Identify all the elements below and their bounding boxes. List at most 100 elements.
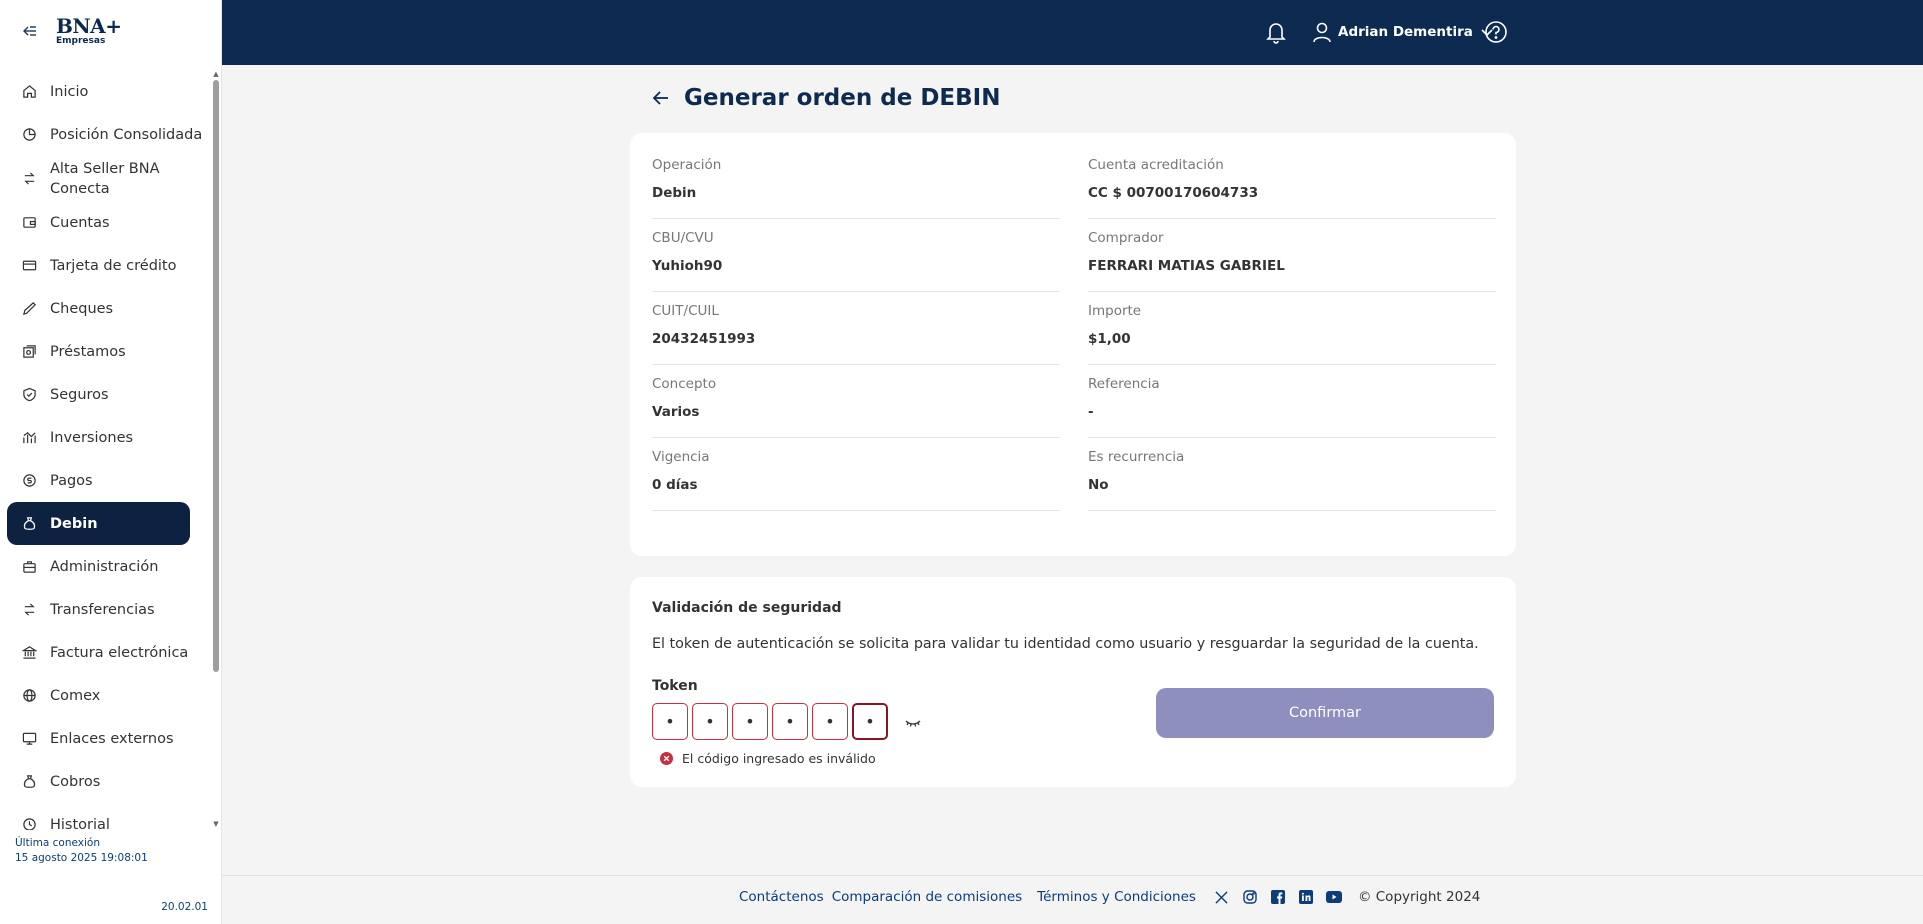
sidebar-item-transferencias[interactable]: Transferencias [0,588,210,631]
field-value: - [1088,404,1094,420]
token-error: El código ingresado es inválido [660,751,876,766]
sidebar-item-label: Transferencias [50,601,155,618]
sidebar-item-cuentas[interactable]: Cuentas [0,201,210,244]
sidebar-item-factura-electronica[interactable]: Factura electrónica [0,631,210,674]
scroll-down-icon[interactable]: ▼ [212,820,220,828]
security-title: Validación de seguridad [652,600,842,616]
order-details-card: Operación Debin Cuenta acreditación CC $… [630,133,1516,556]
sidebar-item-label: Inversiones [50,429,134,446]
sidebar-item-debin[interactable]: Debin [7,502,190,545]
token-digit-1[interactable]: • [652,703,688,740]
sidebar-item-label: Historial [50,816,110,831]
security-validation-card: Validación de seguridad El token de aute… [630,577,1516,787]
sidebar-item-pagos[interactable]: Pagos [0,459,210,502]
sidebar-item-cobros[interactable]: Cobros [0,760,210,803]
transfer-icon [21,602,37,618]
page-header: Generar orden de DEBIN [652,85,1000,111]
sidebar: BNA+ Empresas Inicio Posición Consolidad… [0,0,222,924]
token-digit-4[interactable]: • [772,703,808,740]
bank-icon [21,645,37,661]
bna-logo[interactable]: BNA+ Empresas [56,14,122,46]
logo-subtitle: Empresas [56,36,106,46]
sidebar-item-label: Tarjeta de crédito [50,257,177,274]
sidebar-item-alta-seller[interactable]: Alta Seller BNA Conecta [0,156,210,201]
youtube-icon[interactable] [1325,889,1342,905]
field-referencia: Referencia - [1088,376,1496,438]
sidebar-item-comex[interactable]: Comex [0,674,210,717]
money-bag-icon [21,516,37,532]
token-label: Token [652,678,698,694]
transfer-icon [21,171,37,187]
pie-chart-icon [21,127,37,143]
logo-text: BNA+ [56,14,122,38]
shield-icon [21,387,37,403]
field-concepto: Concepto Varios [652,376,1060,438]
token-digit-6[interactable]: • [852,703,888,740]
sidebar-nav: Inicio Posición Consolidada Alta Seller … [0,70,210,830]
sidebar-item-label: Cuentas [50,214,110,231]
sidebar-item-seguros[interactable]: Seguros [0,373,210,416]
field-label: Comprador [1088,230,1164,246]
terms-link[interactable]: Términos y Condiciones [1037,889,1196,905]
sidebar-item-cheques[interactable]: Cheques [0,287,210,330]
collapse-sidebar-icon[interactable] [20,21,40,41]
error-message: El código ingresado es inválido [682,751,876,766]
top-bar: Adrian Dementira [222,0,1923,65]
field-value: FERRARI MATIAS GABRIEL [1088,258,1285,274]
sidebar-item-historial[interactable]: Historial [0,803,210,830]
contact-link[interactable]: Contáctenos [739,889,824,905]
page-title: Generar orden de DEBIN [684,85,1001,111]
sidebar-item-inicio[interactable]: Inicio [0,70,210,113]
facebook-icon[interactable] [1270,889,1286,905]
field-cbu-cvu: CBU/CVU Yuhioh90 [652,230,1060,292]
sidebar-item-posicion-consolidada[interactable]: Posición Consolidada [0,113,210,156]
token-digit-2[interactable]: • [692,703,728,740]
last-connection-label: Última conexión [15,837,100,849]
clock-icon [21,817,37,830]
field-label: Concepto [652,376,717,392]
security-description: El token de autenticación se solicita pa… [652,636,1479,652]
sidebar-item-label: Administración [50,558,159,575]
field-label: Importe [1088,303,1142,319]
sidebar-item-label: Cobros [50,773,101,790]
field-operacion: Operación Debin [652,157,1060,219]
field-value: Debin [652,185,697,201]
sidebar-item-label: Préstamos [50,343,126,360]
field-label: CUIT/CUIL [652,303,719,319]
sidebar-item-label: Enlaces externos [50,730,174,747]
x-icon[interactable] [1214,889,1230,905]
scroll-thumb[interactable] [213,80,219,672]
token-digit-5[interactable]: • [812,703,848,740]
field-label: CBU/CVU [652,230,714,246]
token-digit-3[interactable]: • [732,703,768,740]
confirm-button[interactable]: Confirmar [1156,688,1494,738]
monitor-icon [21,731,37,747]
sidebar-item-administracion[interactable]: Administración [0,545,210,588]
token-input-group: • • • • • • [652,703,922,740]
fees-link[interactable]: Comparación de comisiones [832,889,1022,905]
copyright-text: © Copyright 2024 [1357,889,1481,905]
sidebar-item-inversiones[interactable]: Inversiones [0,416,210,459]
field-label: Referencia [1088,376,1160,392]
eye-closed-icon[interactable] [904,715,922,729]
sidebar-footer: Última conexión 15 agosto 2025 19:08:01 … [0,830,222,924]
field-value: 20432451993 [652,331,756,347]
help-icon[interactable] [1484,20,1508,44]
sidebar-item-enlaces-externos[interactable]: Enlaces externos [0,717,210,760]
user-menu[interactable]: Adrian Dementira [1312,20,1495,44]
field-value: No [1088,477,1109,493]
field-es-recurrencia: Es recurrencia No [1088,449,1496,511]
bell-icon[interactable] [1265,20,1287,44]
money-bag-icon [21,774,37,790]
sidebar-item-prestamos[interactable]: Préstamos [0,330,210,373]
instagram-icon[interactable] [1242,889,1258,905]
sidebar-item-label: Posición Consolidada [50,126,203,143]
field-cuit-cuil: CUIT/CUIL 20432451993 [652,303,1060,365]
sidebar-item-tarjeta-credito[interactable]: Tarjeta de crédito [0,244,210,287]
main-content: Generar orden de DEBIN Operación Debin C… [222,65,1923,875]
scroll-up-icon[interactable]: ▲ [212,70,220,78]
linkedin-icon[interactable] [1298,889,1314,905]
back-arrow-icon[interactable] [652,89,670,107]
sidebar-scrollbar[interactable]: ▲ ▼ [212,70,220,828]
field-label: Vigencia [652,449,710,465]
